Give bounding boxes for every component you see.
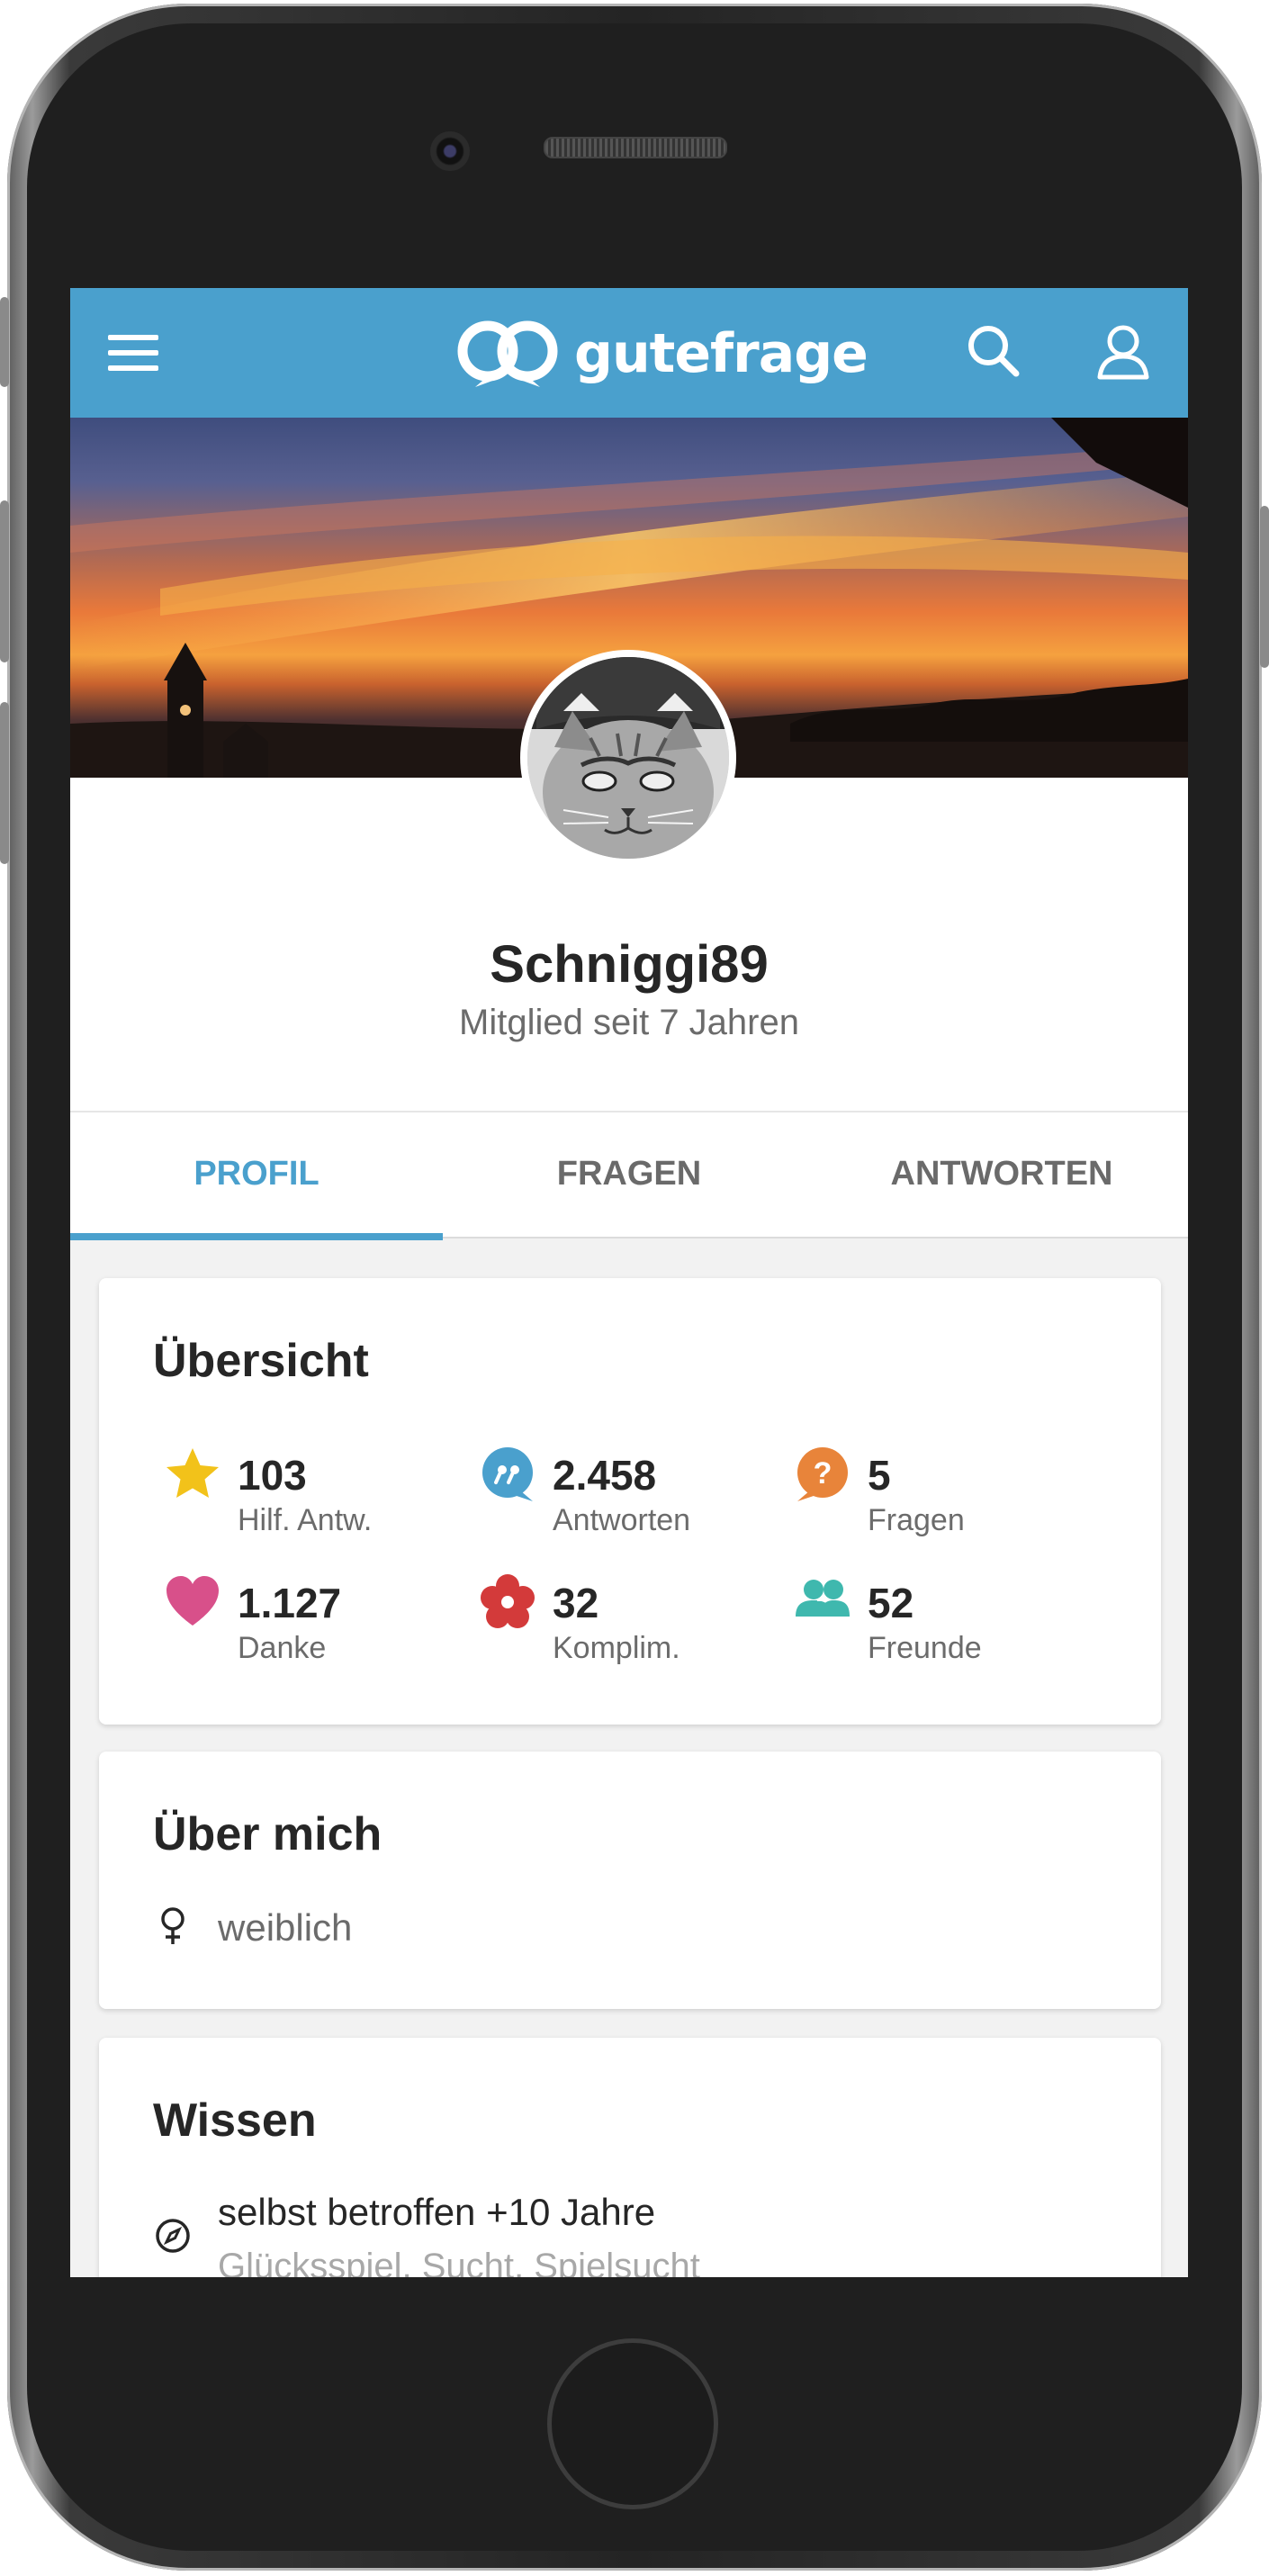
stat-label: Freunde xyxy=(868,1631,982,1665)
gender-row: weiblich xyxy=(153,1903,963,1953)
stat-value: 52 xyxy=(868,1580,914,1626)
compass-icon xyxy=(156,2219,190,2253)
stat-compliments[interactable]: 32 Komplim. xyxy=(479,1573,785,1681)
friends-icon xyxy=(796,1580,850,1617)
brand-logo[interactable]: gutefrage xyxy=(455,311,868,394)
question-bubble-icon: ? xyxy=(797,1447,848,1501)
stat-thanks[interactable]: 1.127 Danke xyxy=(164,1573,470,1681)
female-symbol-icon xyxy=(161,1907,184,1944)
power-button xyxy=(1260,506,1269,668)
earpiece-speaker xyxy=(544,137,727,158)
front-camera xyxy=(430,131,470,171)
stat-label: Hilf. Antw. xyxy=(238,1503,373,1537)
knowledge-card: Wissen selbst betroffen +10 Jahre Glücks… xyxy=(99,2038,1161,2277)
gutefrage-logo-icon xyxy=(457,320,558,387)
home-button[interactable] xyxy=(547,2338,718,2509)
menu-icon[interactable] xyxy=(108,333,158,373)
stat-label: Fragen xyxy=(868,1503,965,1537)
flower-icon xyxy=(481,1574,535,1628)
about-title: Über mich xyxy=(153,1808,382,1860)
stat-label: Komplim. xyxy=(553,1631,680,1665)
gender-text: weiblich xyxy=(218,1906,353,1949)
tab-antworten[interactable]: ANTWORTEN xyxy=(815,1112,1188,1238)
stat-questions[interactable]: ? 5 Fragen xyxy=(794,1446,1100,1554)
volume-up-button xyxy=(0,500,9,662)
brand-name: gutefrage xyxy=(574,322,868,385)
knowledge-item-tags[interactable]: Glücksspiel, Sucht, Spielsucht xyxy=(218,2247,700,2277)
quote-bubble-icon xyxy=(482,1447,533,1501)
user-account-icon[interactable] xyxy=(1096,324,1150,380)
star-icon xyxy=(166,1448,219,1498)
overview-title: Übersicht xyxy=(153,1335,369,1387)
app-screen: gutefrage Schniggi89 Mitglied seit 7 Jah… xyxy=(70,288,1188,2277)
knowledge-item-title: selbst betroffen +10 Jahre xyxy=(218,2191,656,2233)
overview-card: Übersicht 103 Hilf. Antw. 2.458 Antworte… xyxy=(99,1278,1161,1725)
heart-icon xyxy=(166,1576,219,1626)
stat-helpful-answers[interactable]: 103 Hilf. Antw. xyxy=(164,1446,470,1554)
stat-value: 1.127 xyxy=(238,1580,342,1626)
volume-down-button xyxy=(0,702,9,864)
tab-profil[interactable]: PROFIL xyxy=(70,1112,443,1240)
stat-answers[interactable]: 2.458 Antworten xyxy=(479,1446,785,1554)
tab-fragen[interactable]: FRAGEN xyxy=(443,1112,815,1238)
svg-text:?: ? xyxy=(814,1456,832,1491)
stat-friends[interactable]: 52 Freunde xyxy=(794,1573,1100,1681)
stat-label: Antworten xyxy=(553,1503,691,1537)
mute-switch xyxy=(0,297,9,387)
stat-value: 32 xyxy=(553,1580,599,1626)
search-icon[interactable] xyxy=(967,324,1021,378)
profile-tabs: PROFIL FRAGEN ANTWORTEN xyxy=(70,1111,1188,1240)
avatar[interactable] xyxy=(520,650,736,866)
stat-label: Danke xyxy=(238,1631,327,1665)
knowledge-item[interactable]: selbst betroffen +10 Jahre Glücksspiel, … xyxy=(153,2191,1125,2277)
stat-value: 5 xyxy=(868,1452,891,1499)
member-since-text: Mitglied seit 7 Jahren xyxy=(459,1003,799,1042)
about-card: Über mich weiblich xyxy=(99,1752,1161,2009)
top-navbar: gutefrage xyxy=(70,288,1188,418)
knowledge-title: Wissen xyxy=(153,2094,317,2147)
profile-username: Schniggi89 xyxy=(490,935,769,994)
stat-value: 2.458 xyxy=(553,1452,657,1499)
stat-value: 103 xyxy=(238,1452,307,1499)
